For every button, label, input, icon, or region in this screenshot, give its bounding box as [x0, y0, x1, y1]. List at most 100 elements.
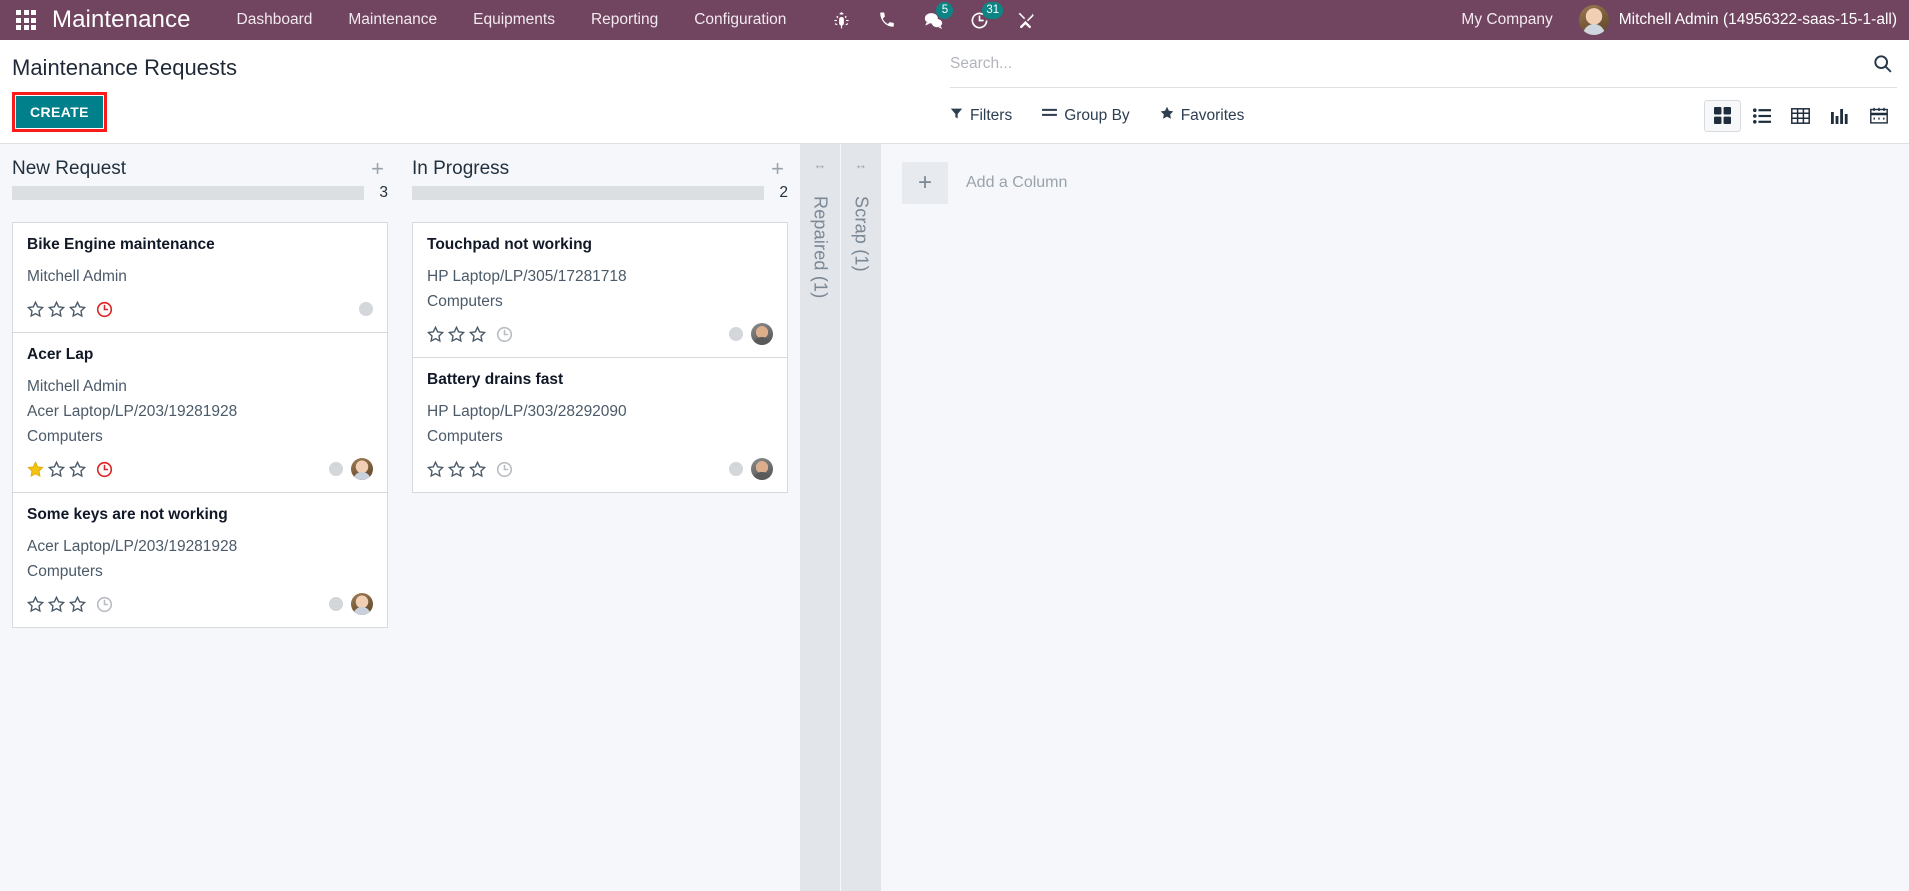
- priority-stars[interactable]: [426, 325, 487, 343]
- card-line: Acer Laptop/LP/203/19281928: [27, 403, 238, 420]
- star-empty-icon[interactable]: [26, 300, 45, 318]
- assignee-avatar[interactable]: [351, 593, 373, 615]
- search-icon[interactable]: [1868, 53, 1897, 74]
- activity-clock-icon[interactable]: [96, 596, 113, 613]
- add-column-group: + Add a Column: [882, 144, 1067, 204]
- star-empty-icon[interactable]: [26, 595, 45, 613]
- phone-icon[interactable]: [864, 0, 910, 40]
- kanban-color-dot[interactable]: [359, 302, 373, 316]
- company-switcher[interactable]: My Company: [1445, 11, 1568, 29]
- create-button-highlight: CREATE: [12, 92, 107, 132]
- list-view-button[interactable]: [1743, 100, 1780, 132]
- graph-view-button[interactable]: [1821, 100, 1858, 132]
- star-empty-icon[interactable]: [47, 300, 66, 318]
- kanban-column-title: Scrap (1): [851, 196, 872, 272]
- card-footer: [426, 456, 773, 482]
- tools-icon[interactable]: [1002, 0, 1048, 40]
- messages-icon[interactable]: 5: [910, 0, 956, 40]
- assignee-avatar[interactable]: [351, 458, 373, 480]
- activity-clock-icon[interactable]: [96, 461, 113, 478]
- kanban-card[interactable]: Bike Engine maintenance Mitchell Admin: [13, 223, 387, 333]
- progress-bar[interactable]: [12, 186, 364, 200]
- star-empty-icon[interactable]: [68, 300, 87, 318]
- priority-stars[interactable]: [426, 460, 487, 478]
- activity-clock-icon[interactable]: 31: [956, 0, 1004, 40]
- nav-item-maintenance[interactable]: Maintenance: [330, 0, 455, 40]
- star-empty-icon[interactable]: [47, 460, 66, 478]
- kanban-color-dot[interactable]: [329, 462, 343, 476]
- nav-item-reporting[interactable]: Reporting: [573, 0, 676, 40]
- create-button[interactable]: CREATE: [16, 96, 103, 128]
- priority-stars[interactable]: [26, 595, 87, 613]
- resize-handle-icon[interactable]: ↔: [855, 158, 868, 172]
- kanban-view-button[interactable]: [1704, 99, 1741, 132]
- view-switcher: [1704, 99, 1897, 132]
- activity-clock-icon[interactable]: [496, 461, 513, 478]
- add-record-icon[interactable]: +: [367, 158, 388, 180]
- card-footer: [26, 296, 373, 322]
- kanban-color-dot[interactable]: [729, 327, 743, 341]
- card-footer: [426, 321, 773, 347]
- kanban-card[interactable]: Battery drains fast HP Laptop/LP/303/282…: [413, 358, 787, 492]
- priority-stars[interactable]: [27, 460, 87, 478]
- kanban-card[interactable]: Acer Lap Mitchell Admin Acer Laptop/LP/2…: [13, 333, 387, 493]
- funnel-icon: [950, 107, 963, 125]
- activity-clock-icon[interactable]: [96, 301, 113, 318]
- user-menu[interactable]: Mitchell Admin (14956322-saas-15-1-all): [1569, 5, 1897, 35]
- star-empty-icon[interactable]: [68, 460, 87, 478]
- kanban-color-dot[interactable]: [329, 597, 343, 611]
- messages-badge: 5: [936, 2, 954, 19]
- kanban-column-folded-repaired[interactable]: ↔ Repaired (1): [800, 144, 841, 891]
- card-footer: [26, 591, 373, 617]
- assignee-avatar[interactable]: [751, 323, 773, 345]
- kanban-column-folded-scrap[interactable]: ↔ Scrap (1): [841, 144, 882, 891]
- card-line: Acer Laptop/LP/203/19281928: [27, 538, 238, 555]
- activity-clock-icon[interactable]: [496, 326, 513, 343]
- favorites-dropdown[interactable]: Favorites: [1160, 106, 1244, 125]
- page-title: Maintenance Requests: [12, 55, 238, 80]
- kanban-card[interactable]: Some keys are not working Acer Laptop/LP…: [13, 493, 387, 627]
- kanban-color-dot[interactable]: [729, 462, 743, 476]
- search-input[interactable]: [950, 54, 1868, 73]
- top-navbar: Maintenance Dashboard Maintenance Equipm…: [0, 0, 1909, 40]
- kanban-card[interactable]: Touchpad not working HP Laptop/LP/305/17…: [413, 223, 787, 358]
- calendar-view-button[interactable]: [1860, 100, 1897, 132]
- star-empty-icon[interactable]: [68, 595, 87, 613]
- avatar: [1578, 5, 1609, 35]
- card-footer: [27, 456, 373, 482]
- add-column-label[interactable]: Add a Column: [966, 174, 1067, 192]
- pivot-view-button[interactable]: [1782, 100, 1819, 132]
- card-line: Mitchell Admin: [27, 378, 127, 395]
- card-right-group: [359, 302, 373, 316]
- priority-stars[interactable]: [26, 300, 87, 318]
- star-empty-icon[interactable]: [426, 460, 445, 478]
- kanban-column-header: In Progress +: [412, 158, 788, 180]
- add-record-icon[interactable]: +: [767, 158, 788, 180]
- assignee-avatar[interactable]: [751, 458, 773, 480]
- star-empty-icon[interactable]: [426, 325, 445, 343]
- add-column-plus-icon[interactable]: +: [902, 162, 948, 204]
- star-filled-icon[interactable]: [27, 460, 44, 478]
- bug-icon[interactable]: [818, 0, 864, 40]
- resize-handle-icon[interactable]: ↔: [814, 158, 827, 172]
- filters-dropdown[interactable]: Filters: [950, 107, 1012, 125]
- nav-item-equipments[interactable]: Equipments: [455, 0, 573, 40]
- star-empty-icon[interactable]: [447, 325, 466, 343]
- group-by-label: Group By: [1064, 106, 1130, 124]
- star-empty-icon[interactable]: [447, 460, 466, 478]
- progress-bar[interactable]: [412, 186, 764, 200]
- card-line: Computers: [427, 428, 503, 445]
- nav-item-dashboard[interactable]: Dashboard: [219, 0, 331, 40]
- star-empty-icon[interactable]: [468, 460, 487, 478]
- nav-item-configuration[interactable]: Configuration: [676, 0, 804, 40]
- group-by-dropdown[interactable]: Group By: [1042, 106, 1130, 125]
- star-empty-icon[interactable]: [468, 325, 487, 343]
- card-title: Bike Engine maintenance: [27, 236, 215, 253]
- control-panel: Maintenance Requests CREATE Filters: [0, 40, 1909, 144]
- kanban-column-new-request: New Request + 3 Bike Engine maintenance …: [0, 144, 400, 628]
- kanban-column-title: In Progress: [412, 158, 510, 179]
- apps-grid-icon[interactable]: [6, 0, 46, 40]
- star-empty-icon[interactable]: [47, 595, 66, 613]
- kanban-column-title: New Request: [12, 158, 127, 179]
- navbar-icon-group: 5 31: [818, 0, 1048, 40]
